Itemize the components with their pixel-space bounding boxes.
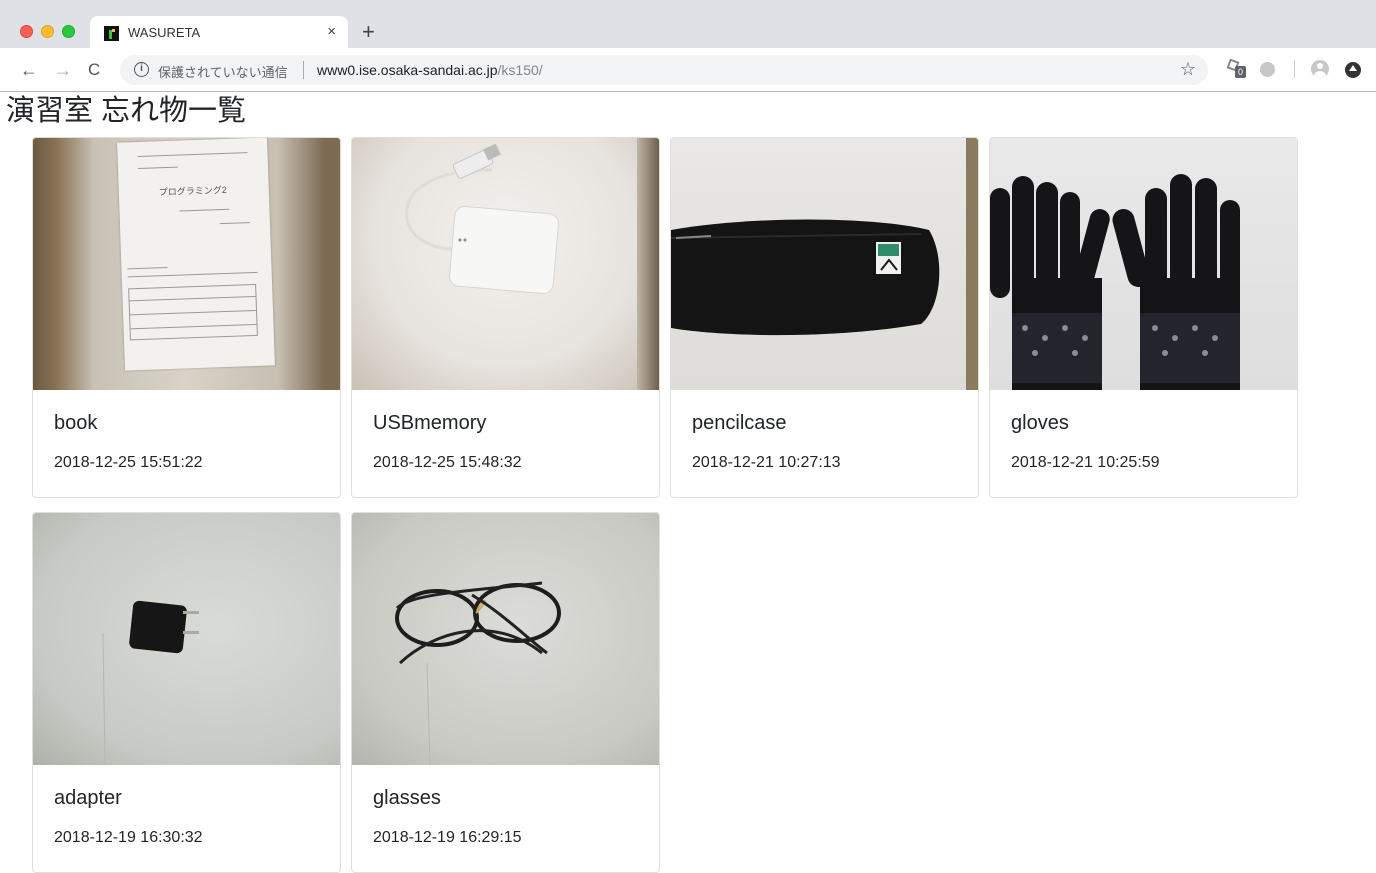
close-window-button[interactable] (20, 25, 33, 38)
item-date: 2018-12-19 16:29:15 (373, 829, 522, 846)
item-photo: プログラミング2 (33, 138, 340, 390)
item-card[interactable]: glasses 2018-12-19 16:29:15 (351, 512, 660, 873)
page-title: 演習室 忘れ物一覧 (6, 95, 247, 127)
usb-cable-drawing (405, 143, 559, 295)
extension-2-icon[interactable] (1260, 62, 1275, 77)
glasses-drawing (395, 581, 561, 765)
browser-tab-bar: WASURETA × + (0, 0, 1376, 48)
item-photo (990, 138, 1297, 390)
address-bar[interactable]: i 保護されていない通信 www0.ise.osaka-sandai.ac.jp… (120, 55, 1208, 85)
item-photo (33, 513, 340, 765)
item-card[interactable]: USBmemory 2018-12-25 15:48:32 (351, 137, 660, 498)
item-photo (671, 138, 978, 390)
item-date: 2018-12-25 15:51:22 (54, 454, 203, 471)
gloves-drawing (990, 174, 1240, 390)
item-name: glasses (373, 787, 441, 809)
new-tab-button[interactable]: + (362, 21, 375, 43)
item-date: 2018-12-21 10:27:13 (692, 454, 841, 471)
extension-icon[interactable]: 0 (1226, 58, 1246, 78)
item-date: 2018-12-25 15:48:32 (373, 454, 522, 471)
security-label[interactable]: 保護されていない通信 (158, 62, 288, 81)
back-arrow-icon[interactable]: ← (20, 60, 38, 80)
browser-toolbar: ← → C i 保護されていない通信 www0.ise.osaka-sandai… (0, 48, 1376, 92)
item-photo (352, 513, 659, 765)
site-favicon-icon (104, 26, 119, 41)
item-name: gloves (1011, 412, 1069, 434)
browser-tab[interactable]: WASURETA × (90, 16, 348, 48)
tab-title: WASURETA (128, 25, 201, 40)
forward-arrow-icon[interactable]: → (54, 60, 72, 80)
menu-icon[interactable] (1345, 62, 1361, 78)
item-photo (352, 138, 659, 390)
info-icon[interactable]: i (134, 62, 149, 77)
paper-sheet: プログラミング2 (117, 138, 275, 371)
item-card[interactable]: pencilcase 2018-12-21 10:27:13 (670, 137, 979, 498)
item-name: adapter (54, 787, 122, 809)
pencilcase-drawing (671, 138, 978, 390)
omnibox-divider (303, 61, 304, 79)
maximize-window-button[interactable] (62, 25, 75, 38)
item-card[interactable]: プログラミング2 book 2018-12-25 15:51:22 (32, 137, 341, 498)
minimize-window-button[interactable] (41, 25, 54, 38)
adapter-drawing (102, 600, 199, 765)
url-host: www0.ise.osaka-sandai.ac.jp (317, 62, 498, 78)
item-name: USBmemory (373, 412, 487, 434)
profile-icon[interactable] (1311, 60, 1329, 78)
item-name: pencilcase (692, 412, 787, 434)
paper-heading: プログラミング2 (158, 184, 227, 198)
url-text[interactable]: www0.ise.osaka-sandai.ac.jp/ks150/ (317, 62, 543, 78)
tab-close-icon[interactable]: × (327, 23, 336, 40)
bookmark-star-icon[interactable]: ☆ (1180, 59, 1196, 80)
item-date: 2018-12-21 10:25:59 (1011, 454, 1160, 471)
extension-badge: 0 (1235, 66, 1246, 78)
toolbar-divider (1294, 60, 1295, 78)
item-name: book (54, 412, 98, 434)
item-card[interactable]: gloves 2018-12-21 10:25:59 (989, 137, 1298, 498)
item-date: 2018-12-19 16:30:32 (54, 829, 203, 846)
url-path: /ks150/ (497, 62, 543, 78)
reload-icon[interactable]: C (88, 60, 100, 80)
item-card[interactable]: adapter 2018-12-19 16:30:32 (32, 512, 341, 873)
